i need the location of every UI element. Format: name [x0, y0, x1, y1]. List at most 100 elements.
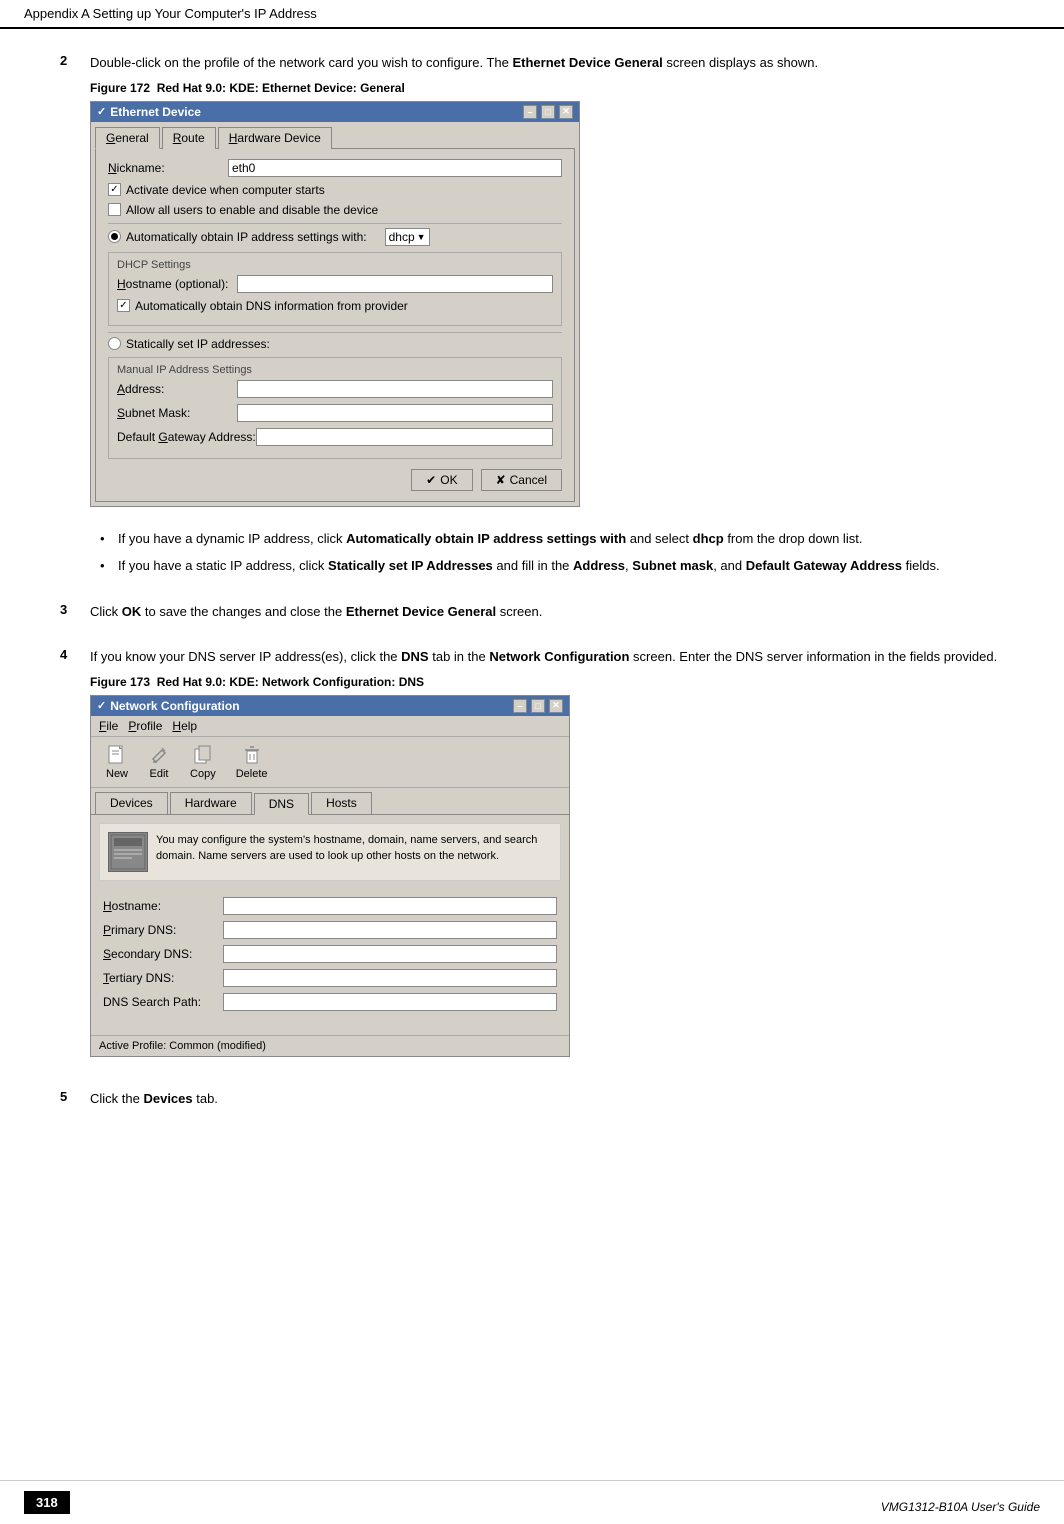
- ethernet-window-title: Ethernet Device: [110, 105, 201, 119]
- toolbar-edit-button[interactable]: Edit: [139, 741, 179, 783]
- step-5-block: 5 Click the Devices tab.: [60, 1089, 1004, 1117]
- tertiary-dns-input[interactable]: [223, 969, 557, 987]
- ok-button[interactable]: ✔ OK: [411, 469, 472, 491]
- checkmark-icon: ✓: [97, 105, 106, 118]
- active-profile-label: Active Profile: Common (modified): [99, 1040, 266, 1052]
- netconfig-minimize-button[interactable]: –: [513, 699, 527, 713]
- new-button-label: New: [106, 768, 128, 780]
- auto-ip-radio[interactable]: [108, 230, 121, 243]
- cancel-x-icon: ✘: [496, 473, 506, 487]
- ethernet-window-titlebar: ✓ Ethernet Device – □ ✕: [91, 102, 579, 122]
- bullet-1-dot: •: [100, 529, 112, 549]
- toolbar-delete-button[interactable]: Delete: [227, 741, 277, 783]
- tab-general[interactable]: General: [95, 127, 160, 149]
- dhcp-dropdown[interactable]: dhcp ▼: [385, 228, 430, 246]
- allow-users-checkbox[interactable]: [108, 203, 121, 216]
- window-controls: – □ ✕: [523, 105, 573, 119]
- dhcp-value: dhcp: [389, 230, 415, 244]
- netconfig-maximize-button[interactable]: □: [531, 699, 545, 713]
- hostname-optional-label: Hostname (optional):: [117, 277, 237, 291]
- manual-ip-section: Manual IP Address Settings Address: Subn…: [108, 357, 562, 459]
- tab-hosts[interactable]: Hosts: [311, 792, 372, 814]
- dhcp-settings-section: DHCP Settings Hostname (optional): Autom…: [108, 252, 562, 326]
- delete-icon: [241, 744, 263, 766]
- tab-hardware[interactable]: Hardware: [170, 792, 252, 814]
- edit-icon: [148, 744, 170, 766]
- header-title: Appendix A Setting up Your Computer's IP…: [24, 6, 317, 21]
- nickname-label: Nickname:: [108, 161, 228, 175]
- gateway-input[interactable]: [256, 428, 553, 446]
- menu-file[interactable]: File: [99, 719, 118, 733]
- auto-dns-checkbox[interactable]: [117, 299, 130, 312]
- dhcp-section-title: DHCP Settings: [117, 259, 553, 271]
- toolbar-copy-button[interactable]: Copy: [181, 741, 225, 783]
- address-label: Address:: [117, 382, 237, 396]
- maximize-button[interactable]: □: [541, 105, 555, 119]
- dns-search-path-label: DNS Search Path:: [103, 995, 223, 1009]
- manual-ip-title: Manual IP Address Settings: [117, 364, 553, 376]
- static-ip-row: Statically set IP addresses:: [108, 337, 562, 351]
- page-body: 2 Double-click on the profile of the net…: [0, 29, 1064, 1158]
- close-button[interactable]: ✕: [559, 105, 573, 119]
- step-4-text: If you know your DNS server IP address(e…: [90, 647, 1004, 667]
- secondary-dns-row: Secondary DNS:: [103, 945, 557, 963]
- dns-hostname-input[interactable]: [223, 897, 557, 915]
- new-icon: [106, 744, 128, 766]
- activate-device-checkbox[interactable]: [108, 183, 121, 196]
- edit-button-label: Edit: [150, 768, 169, 780]
- toolbar-new-button[interactable]: New: [97, 741, 137, 783]
- primary-dns-input[interactable]: [223, 921, 557, 939]
- delete-button-label: Delete: [236, 768, 268, 780]
- dns-search-path-row: DNS Search Path:: [103, 993, 557, 1011]
- tab-dns[interactable]: DNS: [254, 793, 309, 815]
- secondary-dns-input[interactable]: [223, 945, 557, 963]
- network-info-icon: [108, 832, 148, 872]
- dns-search-path-input[interactable]: [223, 993, 557, 1011]
- step-2-block: 2 Double-click on the profile of the net…: [60, 53, 1004, 584]
- netconfig-status-bar: Active Profile: Common (modified): [91, 1035, 569, 1056]
- netconfig-close-button[interactable]: ✕: [549, 699, 563, 713]
- ethernet-window-tabs: General Route Hardware Device: [91, 122, 579, 148]
- tab-route[interactable]: Route: [162, 127, 216, 149]
- subnet-input[interactable]: [237, 404, 553, 422]
- step-2-number: 2: [60, 53, 90, 584]
- static-ip-label: Statically set IP addresses:: [126, 337, 270, 351]
- figure-172-label: Figure 172 Red Hat 9.0: KDE: Ethernet De…: [90, 81, 1004, 95]
- cancel-button[interactable]: ✘ Cancel: [481, 469, 562, 491]
- tab-hardware-device[interactable]: Hardware Device: [218, 127, 332, 149]
- menu-help[interactable]: Help: [172, 719, 197, 733]
- static-ip-radio[interactable]: [108, 337, 121, 350]
- hostname-optional-input[interactable]: [237, 275, 553, 293]
- step-3-number: 3: [60, 602, 90, 630]
- tab-devices[interactable]: Devices: [95, 792, 168, 814]
- step-5-text: Click the Devices tab.: [90, 1089, 1004, 1109]
- ethernet-device-window: ✓ Ethernet Device – □ ✕ General Route Ha…: [90, 101, 580, 507]
- hostname-row: Hostname (optional):: [117, 275, 553, 293]
- nickname-input[interactable]: [228, 159, 562, 177]
- menu-profile[interactable]: Profile: [128, 719, 162, 733]
- minimize-button[interactable]: –: [523, 105, 537, 119]
- allow-users-label: Allow all users to enable and disable th…: [126, 203, 378, 217]
- netconfig-dns-content: Hostname: Primary DNS: Secondary DNS: Te…: [91, 889, 569, 1025]
- step-2-content: Double-click on the profile of the netwo…: [90, 53, 1004, 584]
- auto-ip-row: Automatically obtain IP address settings…: [108, 228, 562, 246]
- step-2-bullets: • If you have a dynamic IP address, clic…: [90, 529, 1004, 576]
- netconfig-info-text: You may configure the system's hostname,…: [156, 832, 552, 872]
- step-3-block: 3 Click OK to save the changes and close…: [60, 602, 1004, 630]
- secondary-dns-label: Secondary DNS:: [103, 947, 223, 961]
- bullet-2: • If you have a static IP address, click…: [100, 556, 1004, 576]
- step-5-number: 5: [60, 1089, 90, 1117]
- auto-ip-label: Automatically obtain IP address settings…: [126, 230, 367, 244]
- nickname-row: Nickname:: [108, 159, 562, 177]
- step-2-intro: Double-click on the profile of the netwo…: [90, 53, 1004, 73]
- address-input[interactable]: [237, 380, 553, 398]
- activate-device-label: Activate device when computer starts: [126, 183, 325, 197]
- ethernet-button-row: ✔ OK ✘ Cancel: [108, 469, 562, 491]
- network-config-window: ✓ Network Configuration – □ ✕ File Profi…: [90, 695, 570, 1057]
- subnet-row: Subnet Mask:: [117, 404, 553, 422]
- netconfig-window-title: Network Configuration: [110, 699, 239, 713]
- page-number: 318: [24, 1491, 70, 1514]
- dropdown-arrow-icon: ▼: [417, 232, 426, 242]
- auto-dns-label: Automatically obtain DNS information fro…: [135, 299, 408, 313]
- primary-dns-row: Primary DNS:: [103, 921, 557, 939]
